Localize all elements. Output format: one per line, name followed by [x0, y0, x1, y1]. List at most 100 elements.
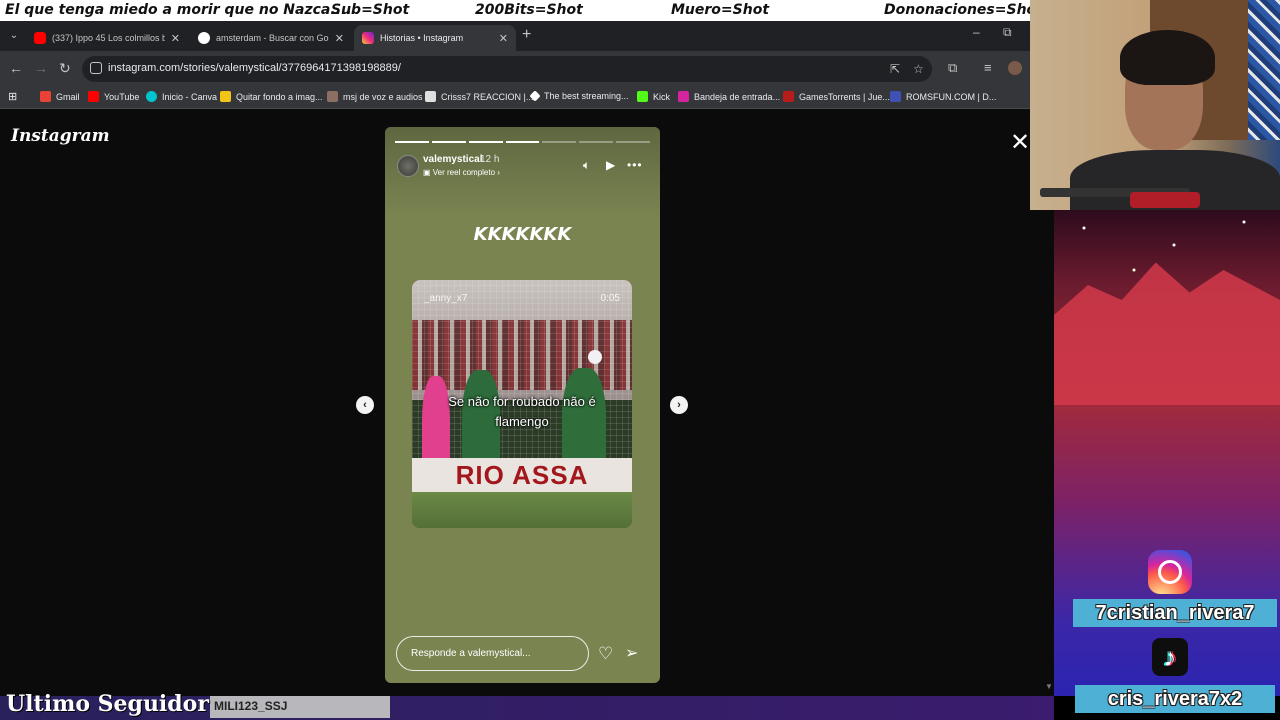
- bookmark-label: Inicio - Canva: [162, 91, 218, 102]
- close-story-button[interactable]: ✕: [1010, 131, 1030, 155]
- tiktok-handle: cris_rivera7x2: [1075, 685, 1275, 713]
- tab-search-icon[interactable]: ⌄: [5, 27, 23, 45]
- story-caption: KKKKKKK: [473, 224, 572, 245]
- chevron-right-icon: ›: [495, 168, 500, 177]
- story-time: 12 h: [480, 154, 500, 165]
- reload-icon[interactable]: ↻: [59, 60, 71, 77]
- close-tab-icon[interactable]: ✕: [171, 32, 180, 45]
- story-progress-segment: [395, 141, 429, 143]
- banner-text-2: Sub=Shot: [331, 2, 410, 18]
- tab-title: Historias • Instagram: [380, 33, 464, 43]
- youtube-icon: [34, 32, 46, 44]
- last-follower-name: MILI123_SSJ: [214, 699, 288, 713]
- tab-title: (337) Ippo 45 Los colmillos bla: [52, 33, 165, 43]
- bookmark-label: Kick: [653, 91, 671, 102]
- tab-title: amsterdam - Buscar con Google: [216, 33, 329, 43]
- send-icon[interactable]: ➢: [625, 643, 638, 663]
- forward-arrow-icon[interactable]: →: [34, 60, 48, 76]
- address-bar[interactable]: instagram.com/stories/valemystical/37769…: [82, 56, 932, 82]
- banner-text-4: Muero=Shot: [671, 2, 770, 18]
- tab-youtube[interactable]: (337) Ippo 45 Los colmillos bla ✕: [26, 25, 188, 51]
- tab-strip: ⌄ (337) Ippo 45 Los colmillos bla ✕ amst…: [0, 21, 1030, 51]
- bookmark-youtube[interactable]: YouTube: [88, 91, 139, 102]
- instagram-icon: [678, 91, 689, 102]
- story-username[interactable]: valemystical: [423, 154, 483, 165]
- pitch: [412, 492, 632, 528]
- install-app-icon[interactable]: ⇱: [890, 62, 900, 76]
- bookmark-label: YouTube: [104, 91, 140, 102]
- bookmark-label: msj de voz e audios: [343, 91, 423, 102]
- bookmark-label: Quitar fondo a imag...: [236, 91, 323, 102]
- document-icon: [425, 91, 436, 102]
- tab-instagram[interactable]: Historias • Instagram ✕: [354, 25, 516, 51]
- remove-bg-icon: [220, 91, 231, 102]
- more-options-icon[interactable]: •••: [627, 158, 643, 172]
- bookmark-romsfun[interactable]: ROMSFUN.COM | D...: [890, 91, 996, 102]
- scroll-down-arrow-icon[interactable]: ▼: [1045, 682, 1053, 691]
- back-arrow-icon[interactable]: ←: [9, 60, 23, 76]
- site-info-icon[interactable]: [90, 62, 102, 74]
- screen: El que tenga miedo a morir que no Nazca.…: [0, 0, 1280, 720]
- story-progress-bar: [395, 141, 651, 143]
- bookmark-crisss7[interactable]: Crisss7 REACCION |...: [425, 91, 533, 102]
- restore-icon[interactable]: ⧉: [1003, 25, 1012, 40]
- tab-google[interactable]: amsterdam - Buscar con Google ✕: [190, 25, 352, 51]
- shared-reel-thumbnail[interactable]: RIO ASSA _anny_x7 0:05 Se não for roubad…: [412, 280, 632, 528]
- canva-icon: [146, 91, 157, 102]
- instagram-handle: 7cristian_rivera7: [1073, 599, 1277, 627]
- bookmark-remove-bg[interactable]: Quitar fondo a imag...: [220, 91, 323, 102]
- bookmark-label: ROMSFUN.COM | D...: [906, 91, 997, 102]
- extensions-icon[interactable]: ⧉: [948, 60, 957, 76]
- webcam-poster: [1248, 0, 1280, 140]
- volume-icon[interactable]: 🔈︎: [583, 158, 590, 173]
- reading-list-icon[interactable]: ≡: [984, 60, 992, 75]
- instagram-icon: [362, 32, 374, 44]
- bookmark-voice-messages[interactable]: msj de voz e audios: [327, 91, 423, 102]
- heart-icon[interactable]: ♡: [598, 644, 613, 664]
- ad-board-text: RIO ASSA: [455, 460, 589, 490]
- minimize-icon[interactable]: –: [973, 25, 980, 39]
- video-subtitle: Se não for roubado não é flamengo: [448, 394, 596, 429]
- google-icon: [198, 32, 210, 44]
- stream-banner: El que tenga miedo a morir que no Nazca.…: [0, 0, 1043, 21]
- view-full-reel-link[interactable]: ▣ Ver reel completo ›: [423, 168, 500, 177]
- url-text: instagram.com/stories/valemystical/37769…: [108, 62, 401, 74]
- new-tab-button[interactable]: +: [522, 27, 531, 43]
- bookmark-gamestorrents[interactable]: GamesTorrents | Jue...: [783, 91, 890, 102]
- last-follower-label: Ultimo Seguidor: [6, 691, 209, 717]
- browser-toolbar: ← → ↻ instagram.com/stories/valemystical…: [0, 51, 1030, 87]
- bookmark-label: The best streaming...: [544, 91, 629, 101]
- bookmark-kick[interactable]: Kick: [637, 91, 670, 102]
- apps-grid-icon[interactable]: ⊞: [8, 90, 17, 103]
- webcam-microphone: [1130, 192, 1200, 208]
- previous-story-button[interactable]: ‹: [356, 396, 374, 414]
- instagram-icon-lens: [1158, 560, 1182, 584]
- webcam-person-hair: [1120, 30, 1215, 85]
- story-progress-segment: [505, 141, 540, 143]
- bookmark-canva[interactable]: Inicio - Canva: [146, 91, 217, 102]
- bookmark-streaming[interactable]: The best streaming...: [529, 90, 629, 102]
- avatar[interactable]: [397, 155, 419, 177]
- story-progress-segment: [468, 141, 503, 143]
- close-tab-icon[interactable]: ✕: [499, 32, 508, 45]
- tiktok-icon: ♪: [1152, 638, 1188, 676]
- story-progress-segment: [431, 141, 466, 143]
- romsfun-icon: [890, 91, 901, 102]
- voice-site-icon: [327, 91, 338, 102]
- bookmark-gmail[interactable]: Gmail: [40, 91, 80, 102]
- gamestorrents-icon: [783, 91, 794, 102]
- reply-input[interactable]: Responde a valemystical...: [396, 636, 589, 671]
- profile-avatar[interactable]: [1008, 61, 1022, 75]
- next-story-button[interactable]: ›: [670, 396, 688, 414]
- close-tab-icon[interactable]: ✕: [335, 32, 344, 45]
- play-icon[interactable]: ▶: [606, 158, 615, 172]
- reel-link-label: Ver reel completo: [432, 168, 496, 177]
- story-viewer[interactable]: valemystical 12 h ▣ Ver reel completo › …: [385, 127, 660, 683]
- banner-text-3: 200Bits=Shot: [475, 2, 583, 18]
- bookmark-inbox[interactable]: Bandeja de entrada...: [678, 91, 780, 102]
- instagram-logo[interactable]: Instagram: [11, 126, 110, 146]
- story-progress-segment: [542, 141, 577, 143]
- story-progress-segment: [616, 141, 651, 143]
- kick-icon: [637, 91, 648, 102]
- bookmark-star-icon[interactable]: ☆: [913, 62, 924, 76]
